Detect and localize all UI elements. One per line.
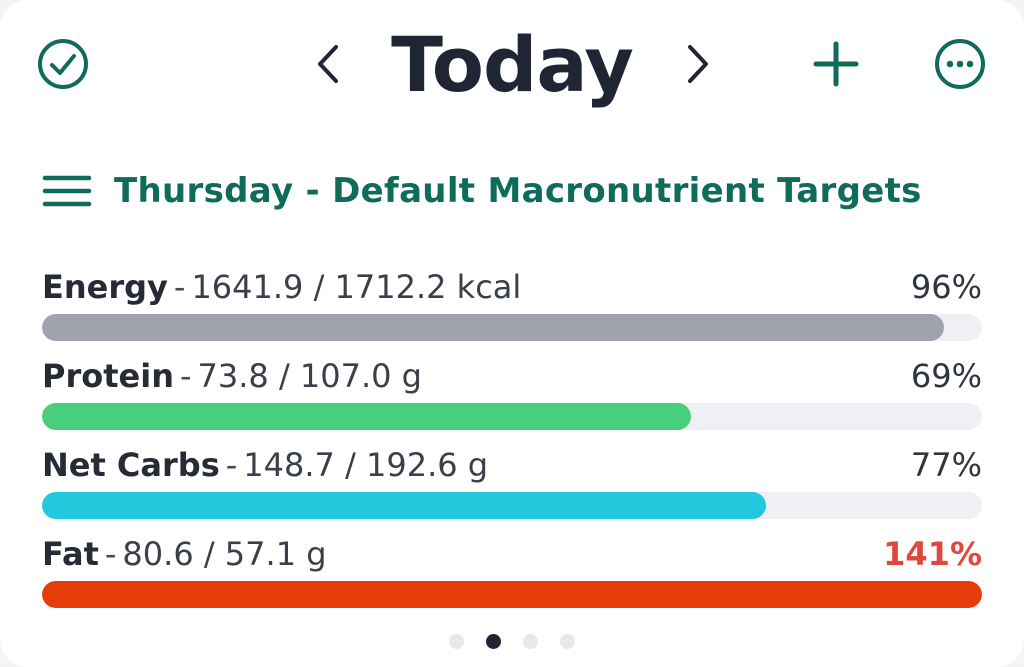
- macro-progress-fill: [42, 492, 766, 519]
- macro-row-energy: Energy - 1641.9 / 1712.2 kcal 96%: [42, 262, 982, 351]
- page-dot[interactable]: [560, 634, 575, 649]
- chevron-left-icon[interactable]: [300, 36, 356, 92]
- page-dot[interactable]: [449, 634, 464, 649]
- macro-separator: -: [179, 357, 192, 395]
- macro-progress-track: [42, 314, 982, 341]
- check-circle-icon[interactable]: [35, 36, 91, 92]
- macro-separator: -: [225, 446, 238, 484]
- macro-separator: -: [104, 535, 117, 573]
- macro-amounts: 1641.9 / 1712.2 kcal: [191, 268, 522, 306]
- macro-percent: 141%: [883, 535, 982, 573]
- macro-separator: -: [173, 268, 186, 306]
- macro-progress-track: [42, 581, 982, 608]
- macro-amounts: 73.8 / 107.0 g: [197, 357, 422, 395]
- targets-title: Thursday - Default Macronutrient Targets: [114, 171, 922, 211]
- macro-name: Net Carbs: [42, 446, 220, 484]
- macro-list: Energy - 1641.9 / 1712.2 kcal 96% Protei…: [42, 262, 982, 618]
- macro-progress-track: [42, 403, 982, 430]
- plus-icon[interactable]: [808, 36, 864, 92]
- chevron-right-icon[interactable]: [670, 36, 726, 92]
- targets-selector[interactable]: Thursday - Default Macronutrient Targets: [42, 165, 922, 217]
- macro-name: Fat: [42, 535, 99, 573]
- page-indicator: [0, 634, 1024, 649]
- page-title: Today: [391, 20, 634, 109]
- macro-summary-card: Today Thursday - Default Macronutrient T…: [0, 0, 1024, 667]
- macro-amounts: 148.7 / 192.6 g: [243, 446, 489, 484]
- macro-row-net-carbs: Net Carbs - 148.7 / 192.6 g 77%: [42, 440, 982, 529]
- macro-progress-fill: [42, 403, 691, 430]
- page-dot[interactable]: [523, 634, 538, 649]
- macro-name: Protein: [42, 357, 174, 395]
- macro-name: Energy: [42, 268, 168, 306]
- macro-progress-fill: [42, 581, 982, 608]
- macro-amounts: 80.6 / 57.1 g: [122, 535, 327, 573]
- macro-row-fat: Fat - 80.6 / 57.1 g 141%: [42, 529, 982, 618]
- page-dot[interactable]: [486, 634, 501, 649]
- macro-row-protein: Protein - 73.8 / 107.0 g 69%: [42, 351, 982, 440]
- more-horizontal-icon[interactable]: [932, 36, 988, 92]
- macro-progress-fill: [42, 314, 945, 341]
- macro-percent: 96%: [910, 268, 982, 306]
- macro-percent: 77%: [910, 446, 982, 484]
- hamburger-menu-icon[interactable]: [42, 174, 92, 208]
- macro-progress-track: [42, 492, 982, 519]
- macro-percent: 69%: [910, 357, 982, 395]
